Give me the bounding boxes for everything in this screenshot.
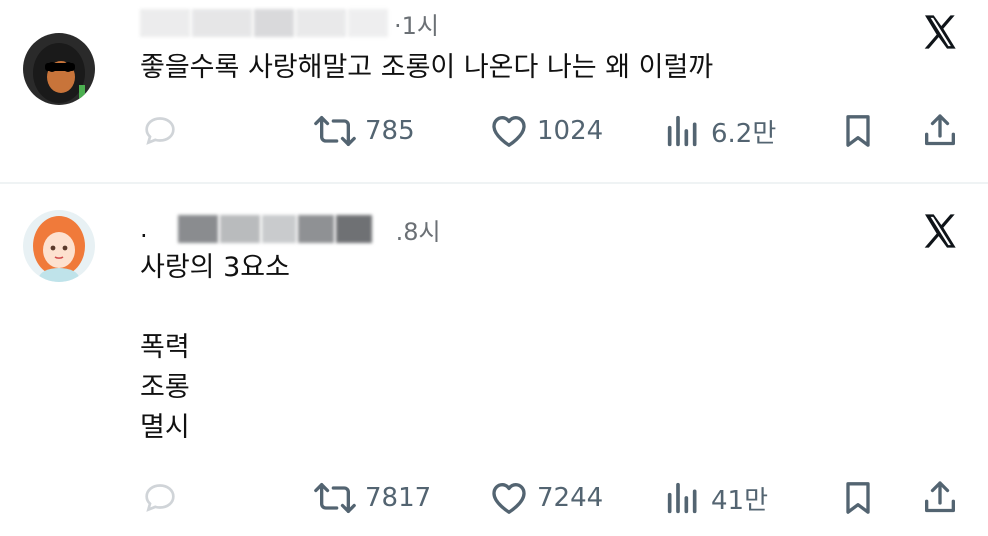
- reply-icon: [145, 117, 175, 145]
- bookmark-button[interactable]: [838, 478, 878, 518]
- avatar[interactable]: [23, 33, 95, 105]
- handle-dot: .: [140, 215, 148, 243]
- action-bar: 785 1024 6.2만: [0, 111, 988, 151]
- retweet-button[interactable]: 7817: [313, 478, 431, 518]
- blurred-handle: [335, 215, 372, 243]
- post-1: ·1시 좋을수록 사랑해말고 조롱이 나온다 나는 왜 이럴까 785 1024: [0, 0, 988, 182]
- share-button[interactable]: [920, 111, 960, 151]
- author-row: . .8시: [140, 212, 441, 247]
- reply-icon: [145, 484, 175, 512]
- share-button[interactable]: [920, 478, 960, 518]
- retweet-count: 7817: [365, 483, 432, 513]
- blurred-handle: [261, 215, 296, 243]
- share-icon: [925, 481, 955, 513]
- post-2: . .8시 사랑의 3요소 폭력 조롱 멸시 7817 7244 41만: [0, 184, 988, 536]
- bookmark-button[interactable]: [838, 111, 878, 151]
- post-text: 좋을수록 사랑해말고 조롱이 나온다 나는 왜 이럴까: [140, 52, 714, 83]
- views-button[interactable]: 41만: [663, 478, 768, 518]
- blurred-name: [177, 215, 218, 243]
- author-row: ·1시: [140, 6, 439, 41]
- heart-icon: [492, 483, 526, 514]
- like-button[interactable]: 7244: [489, 478, 603, 518]
- retweet-button[interactable]: 785: [313, 111, 415, 151]
- retweet-count: 785: [365, 116, 415, 146]
- views-count: 41만: [711, 485, 769, 516]
- views-count: 6.2만: [711, 118, 777, 149]
- like-count: 7244: [537, 483, 604, 513]
- like-count: 1024: [537, 116, 604, 146]
- retweet-icon: [314, 116, 356, 146]
- views-icon: [667, 115, 697, 147]
- post-time[interactable]: ·1시: [394, 6, 439, 41]
- bookmark-icon: [846, 115, 870, 147]
- post-time[interactable]: .8시: [396, 212, 441, 247]
- avatar-image: [23, 33, 95, 105]
- blurred-name: [219, 215, 260, 243]
- blurred-handle: [348, 9, 388, 37]
- x-logo-icon: [924, 214, 956, 248]
- heart-icon: [492, 116, 526, 147]
- blurred-name: [140, 9, 190, 37]
- avatar[interactable]: [23, 210, 95, 282]
- views-button[interactable]: 6.2만: [663, 111, 776, 151]
- blurred-handle: [254, 9, 294, 37]
- views-icon: [667, 482, 697, 514]
- bookmark-icon: [846, 482, 870, 514]
- share-icon: [925, 114, 955, 146]
- reply-button[interactable]: [140, 478, 180, 518]
- post-text: 사랑의 3요소 폭력 조롱 멸시: [140, 252, 290, 443]
- like-button[interactable]: 1024: [489, 111, 603, 151]
- x-logo-icon: [924, 15, 956, 49]
- reply-button[interactable]: [140, 111, 180, 151]
- blurred-handle: [297, 215, 334, 243]
- blurred-handle: [296, 9, 346, 37]
- blurred-name: [192, 9, 252, 37]
- avatar-image: [23, 210, 95, 282]
- action-bar: 7817 7244 41만: [0, 478, 988, 518]
- retweet-icon: [314, 483, 356, 513]
